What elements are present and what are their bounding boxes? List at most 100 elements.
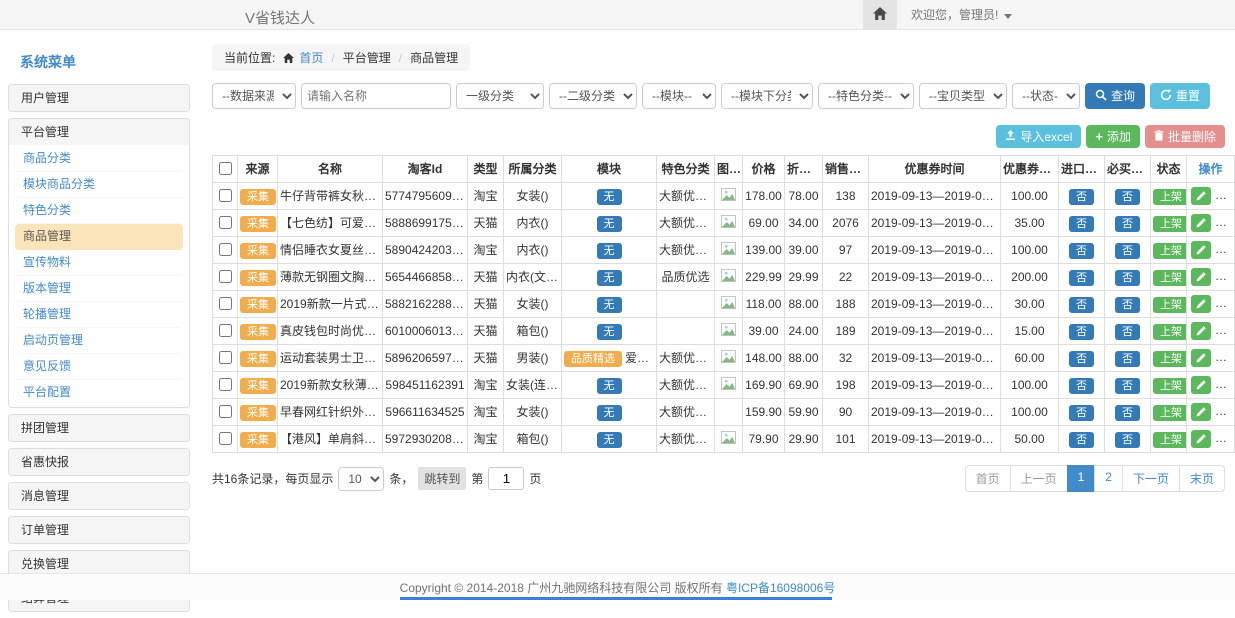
must-buy-toggle[interactable]: 否	[1115, 243, 1140, 259]
imported-toggle[interactable]: 否	[1069, 405, 1094, 421]
sidebar-group-12[interactable]: 拼团管理	[9, 415, 189, 441]
row-checkbox[interactable]	[219, 324, 232, 337]
status-badge[interactable]: 上架	[1153, 324, 1187, 340]
filter-select-0[interactable]: --数据来源--	[212, 83, 296, 109]
row-checkbox[interactable]	[219, 351, 232, 364]
imported-toggle[interactable]: 否	[1069, 243, 1094, 259]
module-badge[interactable]: 无	[597, 243, 622, 259]
edit-button[interactable]	[1191, 403, 1211, 421]
edit-button[interactable]	[1191, 376, 1211, 394]
edit-button[interactable]	[1191, 349, 1211, 367]
module-badge[interactable]: 无	[597, 297, 622, 313]
sidebar-item-5[interactable]: 商品管理	[15, 224, 183, 250]
module-badge[interactable]: 无	[597, 270, 622, 286]
pager-item-1[interactable]: 上一页	[1010, 465, 1068, 492]
pager-item-4[interactable]: 下一页	[1122, 465, 1180, 492]
row-checkbox[interactable]	[219, 297, 232, 310]
per-page-select[interactable]: 10	[338, 467, 384, 491]
filter-select-6[interactable]: --宝贝类型--	[919, 83, 1007, 109]
imported-toggle[interactable]: 否	[1069, 324, 1094, 340]
sidebar-group-15[interactable]: 订单管理	[9, 517, 189, 543]
edit-button[interactable]	[1191, 268, 1211, 286]
row-checkbox[interactable]	[219, 216, 232, 229]
search-button[interactable]: 查询	[1085, 83, 1145, 109]
user-menu[interactable]: 欢迎您，管理员!	[911, 6, 1012, 23]
status-badge[interactable]: 上架	[1153, 216, 1187, 232]
status-badge[interactable]: 上架	[1153, 378, 1187, 394]
batch-delete-button[interactable]: 批量删除	[1145, 125, 1225, 148]
home-button[interactable]	[863, 0, 897, 29]
filter-select-1[interactable]: 一级分类	[456, 83, 544, 109]
must-buy-toggle[interactable]: 否	[1115, 378, 1140, 394]
status-badge[interactable]: 上架	[1153, 270, 1187, 286]
module-badge[interactable]: 无	[597, 189, 622, 205]
sidebar-group-0[interactable]: 用户管理	[9, 85, 189, 111]
status-badge[interactable]: 上架	[1153, 243, 1187, 259]
sidebar-item-4[interactable]: 特色分类	[15, 198, 183, 224]
must-buy-toggle[interactable]: 否	[1115, 216, 1140, 232]
sidebar-item-3[interactable]: 模块商品分类	[15, 172, 183, 198]
pager-item-3[interactable]: 2	[1094, 465, 1123, 492]
sidebar-item-7[interactable]: 版本管理	[15, 276, 183, 302]
status-badge[interactable]: 上架	[1153, 297, 1187, 313]
status-badge[interactable]: 上架	[1153, 189, 1187, 205]
page-number-input[interactable]	[488, 467, 524, 490]
sidebar-item-8[interactable]: 轮播管理	[15, 302, 183, 328]
must-buy-toggle[interactable]: 否	[1115, 189, 1140, 205]
row-checkbox[interactable]	[219, 432, 232, 445]
must-buy-toggle[interactable]: 否	[1115, 432, 1140, 448]
must-buy-toggle[interactable]: 否	[1115, 405, 1140, 421]
row-checkbox[interactable]	[219, 243, 232, 256]
module-badge[interactable]: 无	[597, 432, 622, 448]
imported-toggle[interactable]: 否	[1069, 432, 1094, 448]
row-checkbox[interactable]	[219, 189, 232, 202]
imported-toggle[interactable]: 否	[1069, 216, 1094, 232]
imported-toggle[interactable]: 否	[1069, 297, 1094, 313]
pager-item-0[interactable]: 首页	[965, 465, 1011, 492]
edit-button[interactable]	[1191, 430, 1211, 448]
imported-toggle[interactable]: 否	[1069, 351, 1094, 367]
reset-button[interactable]: 重置	[1150, 83, 1210, 109]
edit-button[interactable]	[1191, 187, 1211, 205]
sidebar-item-10[interactable]: 意见反馈	[15, 354, 183, 380]
must-buy-toggle[interactable]: 否	[1115, 324, 1140, 340]
status-badge[interactable]: 上架	[1153, 405, 1187, 421]
sidebar-item-2[interactable]: 商品分类	[15, 146, 183, 172]
filter-select-3[interactable]: --模块--	[642, 83, 716, 109]
module-badge[interactable]: 品质精选	[564, 351, 622, 367]
filter-select-2[interactable]: --二级分类--	[549, 83, 637, 109]
pager-item-5[interactable]: 末页	[1179, 465, 1225, 492]
edit-button[interactable]	[1191, 241, 1211, 259]
must-buy-toggle[interactable]: 否	[1115, 270, 1140, 286]
name-search-input[interactable]	[301, 83, 451, 109]
module-badge[interactable]: 无	[597, 324, 622, 340]
imported-toggle[interactable]: 否	[1069, 270, 1094, 286]
sidebar-item-9[interactable]: 启动页管理	[15, 328, 183, 354]
module-badge[interactable]: 无	[597, 405, 622, 421]
sidebar-item-11[interactable]: 平台配置	[15, 380, 183, 406]
icp-link[interactable]: 粤ICP备16098006号	[726, 579, 835, 596]
pager-item-2[interactable]: 1	[1067, 465, 1096, 492]
must-buy-toggle[interactable]: 否	[1115, 297, 1140, 313]
imported-toggle[interactable]: 否	[1069, 378, 1094, 394]
select-all-checkbox[interactable]	[219, 162, 232, 175]
row-checkbox[interactable]	[219, 378, 232, 391]
edit-button[interactable]	[1191, 322, 1211, 340]
sidebar-item-6[interactable]: 宣传物料	[15, 250, 183, 276]
module-badge[interactable]: 无	[597, 378, 622, 394]
sidebar-group-13[interactable]: 省惠快报	[9, 449, 189, 475]
must-buy-toggle[interactable]: 否	[1115, 351, 1140, 367]
add-button[interactable]: 添加	[1086, 125, 1140, 148]
import-excel-button[interactable]: 导入excel	[996, 125, 1081, 148]
sidebar-group-14[interactable]: 消息管理	[9, 483, 189, 509]
row-checkbox[interactable]	[219, 405, 232, 418]
breadcrumb-home-link[interactable]: 首页	[299, 49, 323, 66]
row-checkbox[interactable]	[219, 270, 232, 283]
filter-select-4[interactable]: --模块下分类--	[721, 83, 813, 109]
imported-toggle[interactable]: 否	[1069, 189, 1094, 205]
sidebar-group-1[interactable]: 平台管理	[9, 119, 189, 145]
module-badge[interactable]: 无	[597, 216, 622, 232]
filter-select-7[interactable]: --状态--	[1012, 83, 1080, 109]
edit-button[interactable]	[1191, 295, 1211, 313]
status-badge[interactable]: 上架	[1153, 351, 1187, 367]
